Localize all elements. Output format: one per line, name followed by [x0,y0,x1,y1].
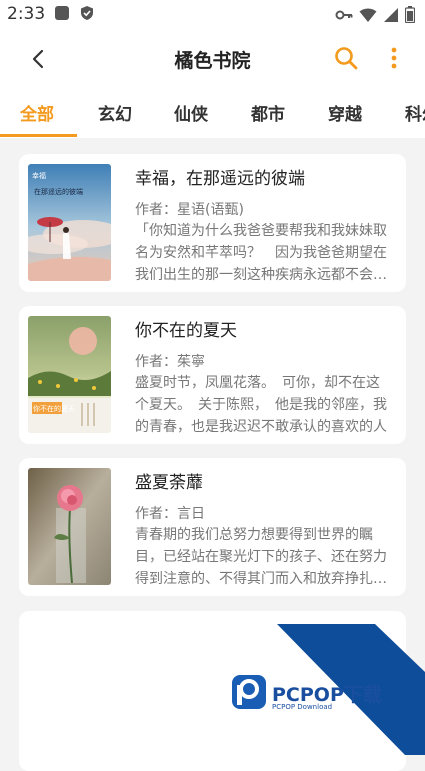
cover-title-text: 在那遥远的彼端 [34,187,83,196]
battery-icon [405,6,415,23]
tab-kehuan[interactable]: 科幻 [405,100,425,125]
book-description: 盛夏时节，凤凰花落。 可你，却不在这个夏天。 关于陈熙， 他是我的邻座，我的青春… [135,375,387,435]
book-card[interactable]: 盛夏荼蘼 作者：言日 青春期的我们总努力想要得到世界的瞩目，已经站在聚光灯下的孩… [19,458,406,596]
tab-dushi[interactable]: 都市 [251,100,285,125]
book-cover-image: 幸福 在那遥远的彼端 [28,164,111,281]
tab-indicator [0,134,77,137]
book-author: 作者：茱寧 [135,354,205,370]
book-card[interactable]: 幸福 在那遥远的彼端 幸福，在那遥远的彼端 作者：星语(语甄) 「你知道为什么我… [19,154,406,292]
key-icon [335,10,353,19]
book-title[interactable]: 盛夏荼蘼 [135,468,203,493]
book-cover-image [28,468,111,585]
search-icon[interactable] [332,44,360,72]
shield-icon [81,6,93,20]
category-tabs: 全部 玄幻 仙侠 都市 穿越 科幻 [0,88,425,138]
tab-all[interactable]: 全部 [20,100,54,125]
watermark-logo-icon [232,675,266,709]
tab-xianxia[interactable]: 仙侠 [174,100,208,125]
book-title[interactable]: 你不在的夏天 [135,316,237,341]
wifi-icon [359,8,377,22]
book-title[interactable]: 幸福，在那遥远的彼端 [135,164,305,189]
status-bar: 2:33 [0,0,425,30]
book-description: 青春期的我们总努力想要得到世界的瞩目，已经站在聚光灯下的孩子、还在努力得到注意的… [135,527,387,587]
app-bar: 橘色书院 [0,30,425,88]
notification-app-icon [55,6,69,20]
book-card[interactable]: 你不在的夏天 你不在的夏天 作者：茱寧 盛夏时节，凤凰花落。 可你，却不在这个夏… [19,306,406,444]
book-author: 作者：星语(语甄) [135,202,244,218]
book-description: 「你知道为什么我爸爸要帮我和我妹妹取名为安然和芊萃吗？ 因为我爸爸期望在我们出生… [135,223,387,283]
more-vertical-icon[interactable] [384,44,404,72]
tab-chuanyue[interactable]: 穿越 [328,100,362,125]
tab-xuanhuan[interactable]: 玄幻 [98,100,132,125]
book-cover-image: 你不在的夏天 [28,316,111,433]
watermark-subtext: PCPOP Download [272,703,333,711]
signal-icon [384,7,398,22]
svg-text:幸福: 幸福 [32,171,46,180]
status-icons [335,6,415,23]
book-author: 作者：言日 [135,506,205,522]
cover-title-text: 你不在的夏天 [33,404,75,413]
page-title: 橘色书院 [174,50,251,72]
status-time: 2:33 [7,4,46,24]
